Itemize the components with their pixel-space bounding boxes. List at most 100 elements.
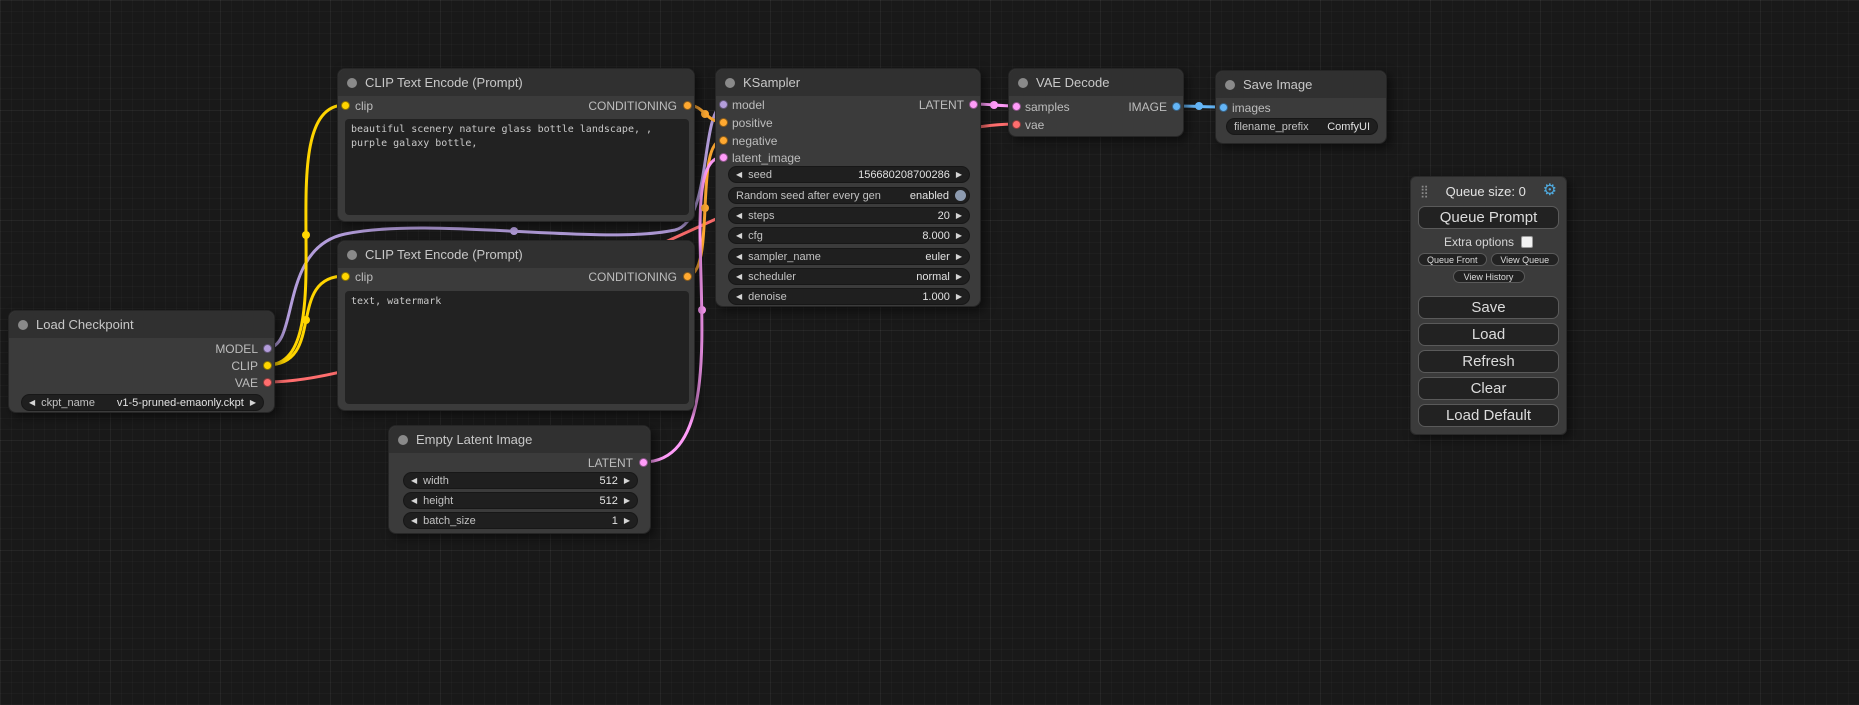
width-widget[interactable]: ◀ width 512 ▶	[403, 472, 638, 489]
random-seed-widget[interactable]: Random seed after every gen enabled	[728, 187, 970, 204]
extra-options-row: Extra options	[1418, 235, 1559, 249]
denoise-widget[interactable]: ◀ denoise 1.000 ▶	[728, 288, 970, 305]
increment-arrow-icon[interactable]: ▶	[624, 517, 630, 525]
decrement-arrow-icon[interactable]: ◀	[736, 232, 742, 240]
increment-arrow-icon[interactable]: ▶	[250, 399, 256, 407]
collapse-dot-icon[interactable]	[398, 435, 408, 445]
node-title: Save Image	[1243, 77, 1312, 92]
view-history-button[interactable]: View History	[1453, 270, 1525, 283]
input-port-samples[interactable]	[1012, 102, 1021, 111]
decrement-arrow-icon[interactable]: ◀	[411, 477, 417, 485]
decrement-arrow-icon[interactable]: ◀	[736, 273, 742, 281]
collapse-dot-icon[interactable]	[725, 78, 735, 88]
output-port-latent[interactable]	[969, 100, 978, 109]
collapse-dot-icon[interactable]	[1225, 80, 1235, 90]
decrement-arrow-icon[interactable]: ◀	[736, 253, 742, 261]
input-port-vae[interactable]	[1012, 120, 1021, 129]
clear-button[interactable]: Clear	[1418, 377, 1559, 400]
output-port-conditioning[interactable]	[683, 101, 692, 110]
input-port-model[interactable]	[719, 100, 728, 109]
node-title-bar[interactable]: VAE Decode	[1009, 69, 1183, 96]
steps-widget[interactable]: ◀ steps 20 ▶	[728, 207, 970, 224]
output-label-vae: VAE	[235, 376, 258, 390]
output-port-latent[interactable]	[639, 458, 648, 467]
cfg-widget[interactable]: ◀ cfg 8.000 ▶	[728, 227, 970, 244]
node-title-bar[interactable]: CLIP Text Encode (Prompt)	[338, 241, 694, 268]
increment-arrow-icon[interactable]: ▶	[956, 212, 962, 220]
save-button[interactable]: Save	[1418, 296, 1559, 319]
queue-prompt-button[interactable]: Queue Prompt	[1418, 206, 1559, 229]
queue-menu-panel[interactable]: ⣿ Queue size: 0 ⚙ Queue Prompt Extra opt…	[1410, 176, 1567, 435]
input-port-positive[interactable]	[719, 118, 728, 127]
seed-toggle-dot-icon[interactable]	[955, 190, 966, 201]
node-clip-text-encode-positive[interactable]: CLIP Text Encode (Prompt) clip CONDITION…	[337, 68, 695, 222]
input-label-samples: samples	[1025, 100, 1070, 114]
sampler-name-widget[interactable]: ◀ sampler_name euler ▶	[728, 248, 970, 265]
link-midpoint-dot	[701, 204, 709, 212]
output-port-vae[interactable]	[263, 378, 272, 387]
prompt-textarea[interactable]: text, watermark	[345, 291, 689, 404]
settings-gear-icon[interactable]: ⚙	[1543, 183, 1557, 199]
load-button[interactable]: Load	[1418, 323, 1559, 346]
decrement-arrow-icon[interactable]: ◀	[29, 399, 35, 407]
collapse-dot-icon[interactable]	[18, 320, 28, 330]
node-title-bar[interactable]: CLIP Text Encode (Prompt)	[338, 69, 694, 96]
filename-prefix-widget[interactable]: filename_prefix ComfyUI	[1226, 118, 1378, 135]
view-queue-button[interactable]: View Queue	[1491, 253, 1560, 266]
decrement-arrow-icon[interactable]: ◀	[736, 171, 742, 179]
node-graph-canvas[interactable]: Load Checkpoint MODEL CLIP VAE ◀ ckpt_na…	[0, 0, 1859, 705]
node-title-bar[interactable]: KSampler	[716, 69, 980, 96]
collapse-dot-icon[interactable]	[1018, 78, 1028, 88]
drag-handle-icon[interactable]: ⣿	[1420, 184, 1429, 198]
decrement-arrow-icon[interactable]: ◀	[411, 517, 417, 525]
refresh-button[interactable]: Refresh	[1418, 350, 1559, 373]
increment-arrow-icon[interactable]: ▶	[956, 273, 962, 281]
input-port-images[interactable]	[1219, 103, 1228, 112]
widget-value: 512	[599, 495, 617, 507]
seed-widget[interactable]: ◀ seed 156680208700286 ▶	[728, 166, 970, 183]
queue-actions-row: Queue Front View Queue	[1418, 253, 1559, 266]
collapse-dot-icon[interactable]	[347, 250, 357, 260]
decrement-arrow-icon[interactable]: ◀	[411, 497, 417, 505]
node-save-image[interactable]: Save Image images filename_prefix ComfyU…	[1215, 70, 1387, 144]
node-title-bar[interactable]: Empty Latent Image	[389, 426, 650, 453]
node-load-checkpoint[interactable]: Load Checkpoint MODEL CLIP VAE ◀ ckpt_na…	[8, 310, 275, 413]
node-ksampler[interactable]: KSampler model positive negative latent_…	[715, 68, 981, 307]
input-port-latent-image[interactable]	[719, 153, 728, 162]
output-port-conditioning[interactable]	[683, 272, 692, 281]
increment-arrow-icon[interactable]: ▶	[956, 293, 962, 301]
node-empty-latent-image[interactable]: Empty Latent Image LATENT ◀ width 512 ▶ …	[388, 425, 651, 534]
increment-arrow-icon[interactable]: ▶	[956, 253, 962, 261]
decrement-arrow-icon[interactable]: ◀	[736, 293, 742, 301]
height-widget[interactable]: ◀ height 512 ▶	[403, 492, 638, 509]
scheduler-widget[interactable]: ◀ scheduler normal ▶	[728, 268, 970, 285]
input-port-negative[interactable]	[719, 136, 728, 145]
ckpt-name-widget[interactable]: ◀ ckpt_name v1-5-pruned-emaonly.ckpt ▶	[21, 394, 264, 411]
link-midpoint-dot	[1195, 102, 1203, 110]
increment-arrow-icon[interactable]: ▶	[956, 171, 962, 179]
widget-value: 156680208700286	[858, 169, 950, 181]
prompt-textarea[interactable]: beautiful scenery nature glass bottle la…	[345, 119, 689, 215]
decrement-arrow-icon[interactable]: ◀	[736, 212, 742, 220]
batch-size-widget[interactable]: ◀ batch_size 1 ▶	[403, 512, 638, 529]
output-port-image[interactable]	[1172, 102, 1181, 111]
node-title-bar[interactable]: Load Checkpoint	[9, 311, 274, 338]
input-port-clip[interactable]	[341, 101, 350, 110]
widget-label: cfg	[748, 230, 763, 242]
extra-options-checkbox[interactable]	[1521, 236, 1533, 248]
queue-front-button[interactable]: Queue Front	[1418, 253, 1487, 266]
node-clip-text-encode-negative[interactable]: CLIP Text Encode (Prompt) clip CONDITION…	[337, 240, 695, 411]
output-port-model[interactable]	[263, 344, 272, 353]
node-title: CLIP Text Encode (Prompt)	[365, 75, 523, 90]
load-default-button[interactable]: Load Default	[1418, 404, 1559, 427]
increment-arrow-icon[interactable]: ▶	[624, 477, 630, 485]
input-label-images: images	[1232, 101, 1271, 115]
widget-label: steps	[748, 210, 774, 222]
node-title-bar[interactable]: Save Image	[1216, 71, 1386, 98]
node-vae-decode[interactable]: VAE Decode samples vae IMAGE	[1008, 68, 1184, 137]
collapse-dot-icon[interactable]	[347, 78, 357, 88]
increment-arrow-icon[interactable]: ▶	[624, 497, 630, 505]
increment-arrow-icon[interactable]: ▶	[956, 232, 962, 240]
output-port-clip[interactable]	[263, 361, 272, 370]
input-port-clip[interactable]	[341, 272, 350, 281]
